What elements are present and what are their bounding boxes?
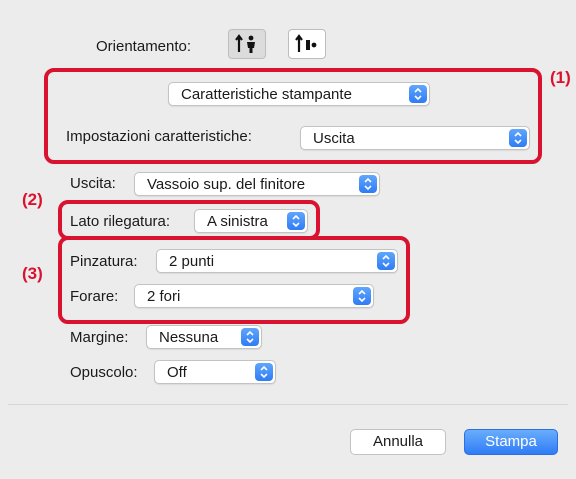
highlight-box-2 xyxy=(58,200,320,240)
booklet-popup[interactable]: Off xyxy=(154,360,276,384)
divider xyxy=(8,404,568,405)
landscape-orientation-button[interactable] xyxy=(288,29,326,59)
highlight-box-3 xyxy=(58,236,410,324)
popup-arrows-icon xyxy=(255,363,273,381)
margin-value: Nessuna xyxy=(159,329,219,346)
print-dialog: Orientamento: Caratteristiche stampante … xyxy=(0,0,576,479)
output-value: Vassoio sup. del finitore xyxy=(147,176,306,193)
output-label: Uscita: xyxy=(70,175,116,192)
cancel-button[interactable]: Annulla xyxy=(350,429,446,455)
landscape-orientation-icon xyxy=(295,34,317,52)
popup-arrows-icon xyxy=(241,328,259,346)
margin-label: Margine: xyxy=(70,329,129,346)
highlight-box-1 xyxy=(44,68,542,164)
booklet-label: Opuscolo: xyxy=(70,364,138,381)
portrait-orientation-icon xyxy=(235,34,255,53)
booklet-value: Off xyxy=(167,364,187,381)
popup-arrows-icon xyxy=(359,175,377,193)
print-button[interactable]: Stampa xyxy=(464,429,558,455)
output-popup[interactable]: Vassoio sup. del finitore xyxy=(134,172,380,196)
margin-popup[interactable]: Nessuna xyxy=(146,325,262,349)
callout-3: (3) xyxy=(22,264,43,283)
orientation-label: Orientamento: xyxy=(96,38,192,55)
callout-2: (2) xyxy=(22,190,43,209)
portrait-orientation-button[interactable] xyxy=(228,29,266,59)
callout-1: (1) xyxy=(550,68,571,87)
